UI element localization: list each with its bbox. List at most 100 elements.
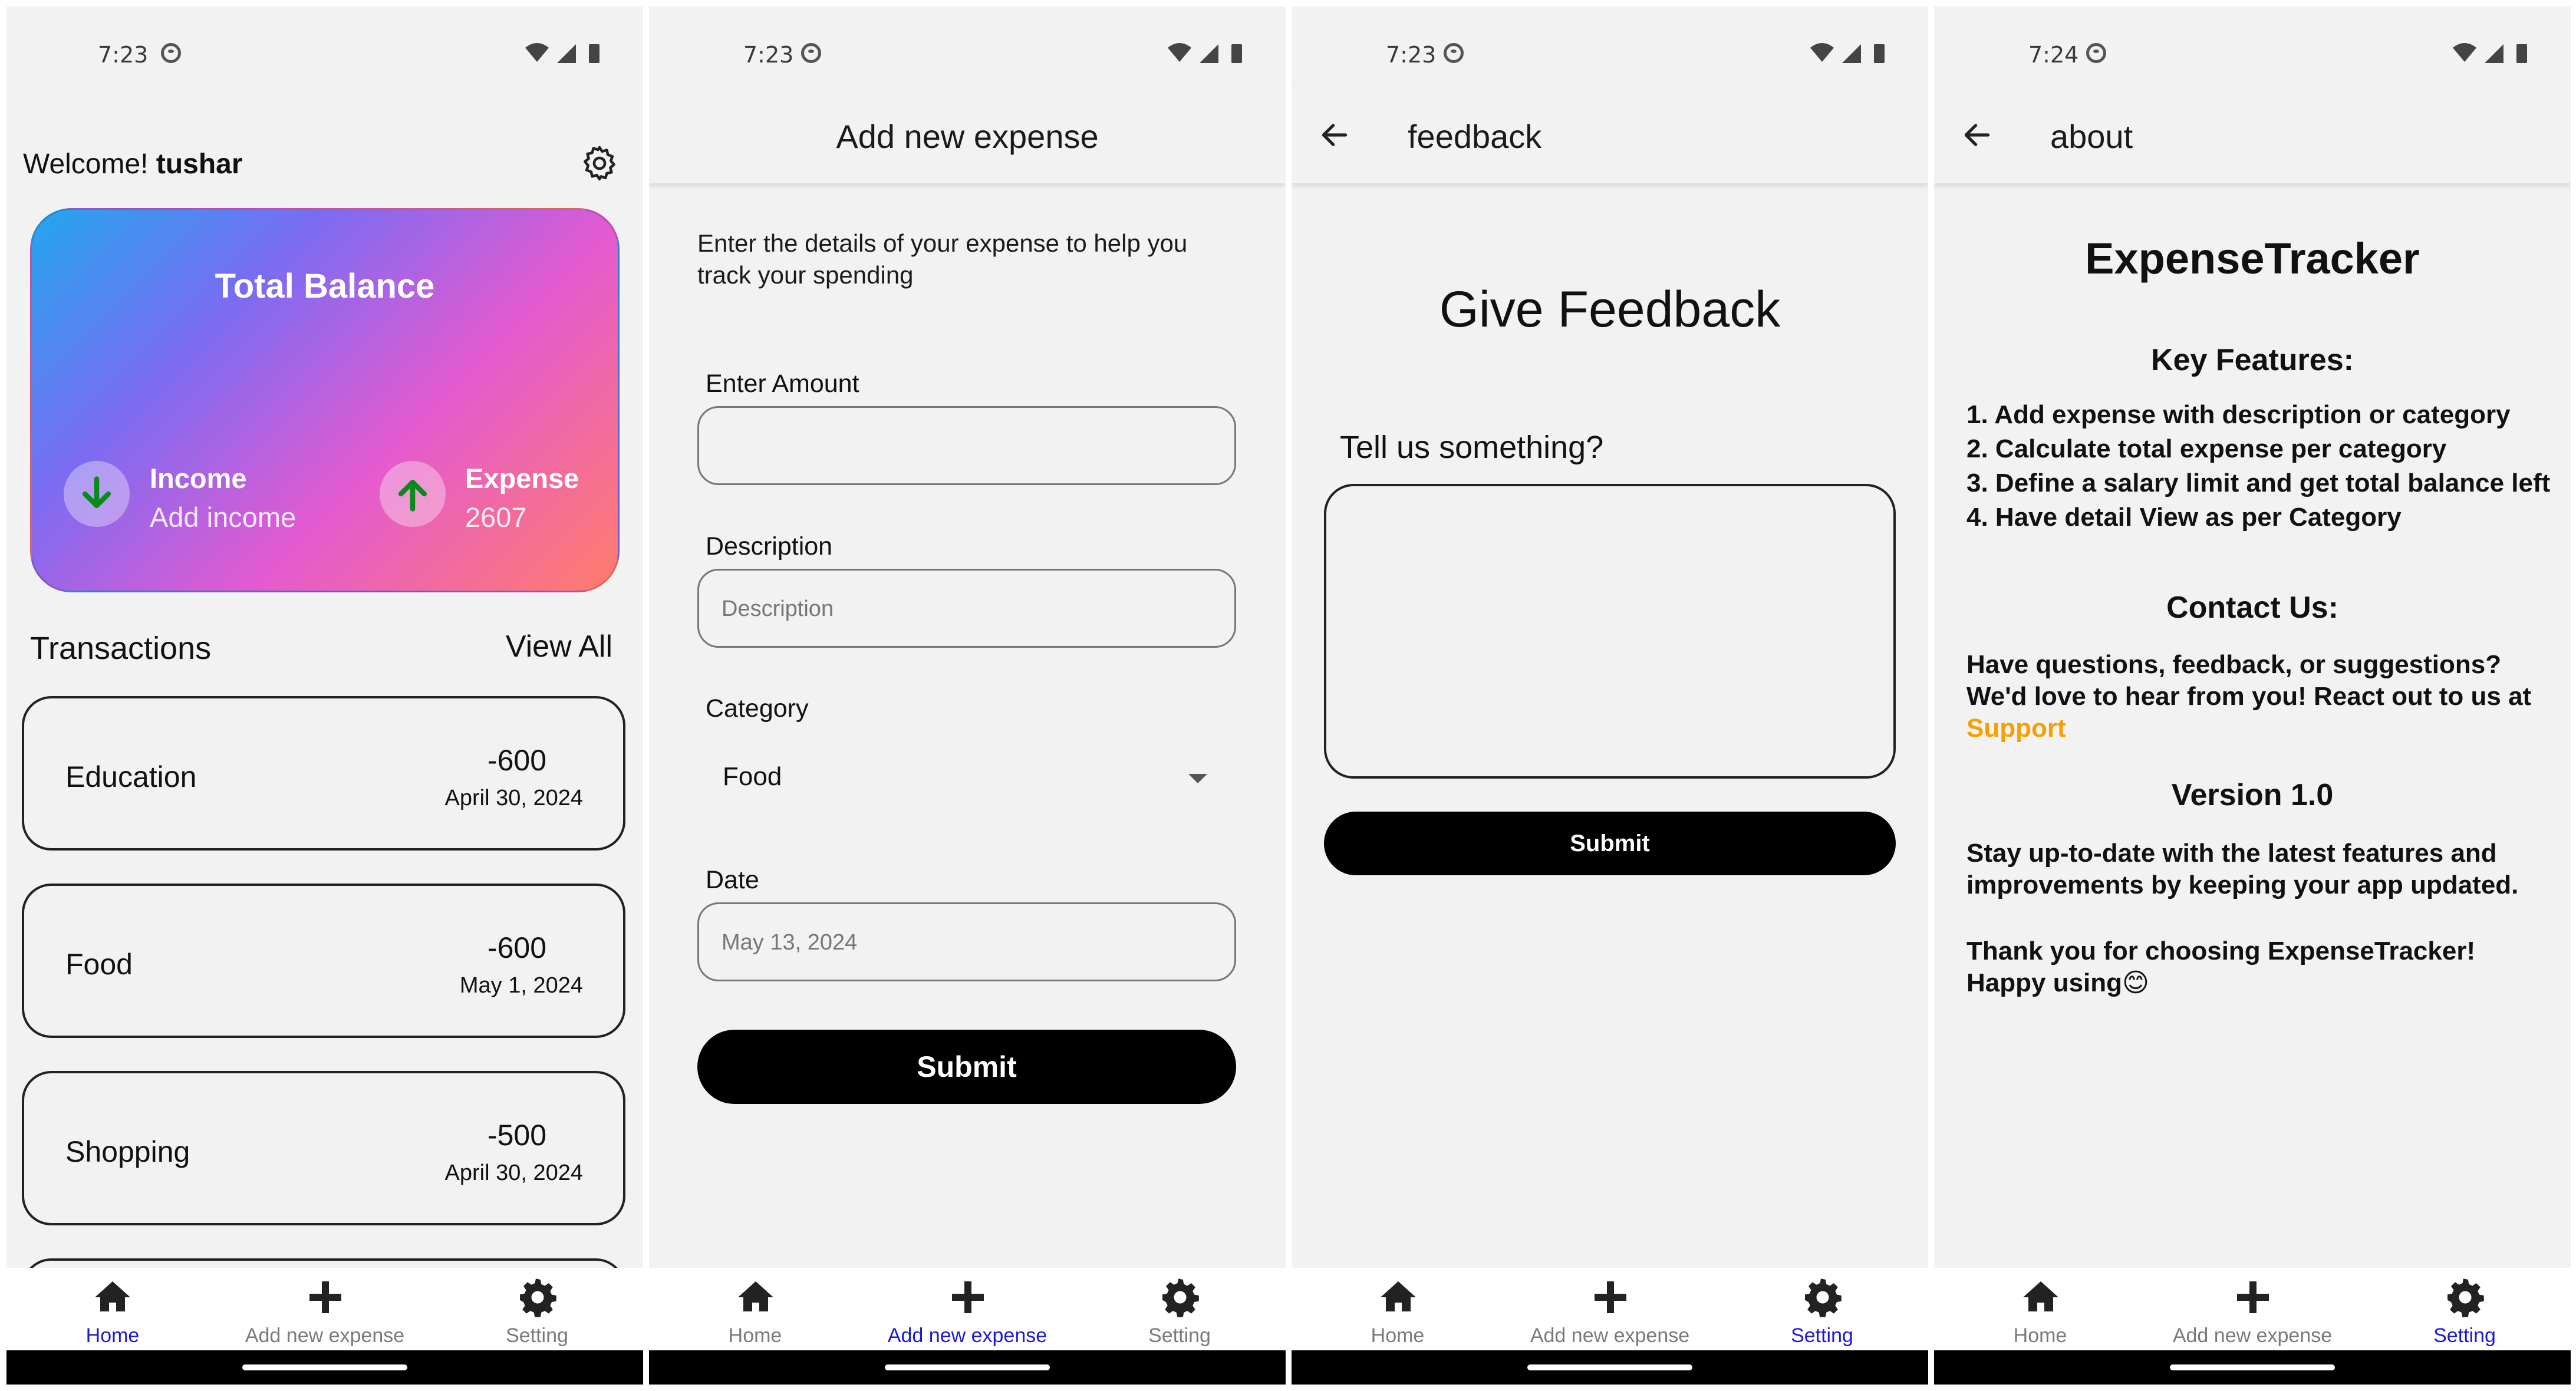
nav-home[interactable]: Home [649,1268,861,1350]
app-bar: Add new expense [649,83,1286,183]
feedback-screen: feedback 7:23 Give Feedback Tell us some… [1292,6,1928,1385]
submit-button[interactable]: Submit [1324,812,1896,875]
expense-circle[interactable] [380,461,446,527]
transaction-date: May 1, 2024 [459,973,583,998]
feature-item: 2. Calculate total expense per category [1966,434,2447,463]
gear-icon [1805,1278,1842,1317]
nav-setting[interactable]: Setting [2358,1268,2571,1350]
contact-text: Have questions, feedback, or suggestions… [1966,649,2556,744]
transaction-card[interactable]: Education -600 April 30, 2024 [22,696,625,851]
nav-setting[interactable]: Setting [1073,1268,1286,1350]
settings-gear-icon[interactable] [579,143,620,183]
signal-icon [557,44,576,63]
bottom-nav: Home Add new expense Setting [6,1268,643,1350]
plus-icon [2237,1281,2269,1313]
nav-add[interactable]: Add new expense [219,1268,431,1350]
intro-text: Enter the details of your expense to hel… [697,229,1188,289]
transaction-name: Shopping [65,1135,190,1168]
plus-icon [952,1281,984,1313]
nav-home-label: Home [1371,1324,1425,1347]
home-screen: 7:23 Welcome! tushar Total Balance Incom… [6,6,643,1385]
nav-add-label: Add new expense [245,1324,405,1347]
gesture-bar [649,1350,1286,1385]
nav-setting[interactable]: Setting [431,1268,643,1350]
transaction-amount: -600 [487,931,546,964]
nav-home[interactable]: Home [1292,1268,1504,1350]
nav-add-label: Add new expense [2172,1324,2333,1347]
income-circle[interactable] [64,461,130,527]
support-link[interactable]: Support [1966,714,2066,743]
feedback-heading: Give Feedback [1439,281,1781,338]
wifi-icon [1168,43,1191,62]
back-arrow-icon[interactable] [1961,118,1994,151]
arrow-up-icon [398,479,427,512]
nav-add[interactable]: Add new expense [861,1268,1073,1350]
app-bar: feedback [1292,83,1928,183]
nav-setting[interactable]: Setting [1716,1268,1928,1350]
gesture-bar [1292,1350,1928,1385]
notification-icon [1444,43,1464,63]
version-text: Stay up-to-date with the latest features… [1966,839,2519,899]
gear-icon [1162,1278,1199,1317]
date-label: Date [706,866,759,894]
app-name: ExpenseTracker [2085,234,2420,283]
battery-icon [1231,44,1242,63]
nav-add-label: Add new expense [887,1324,1047,1347]
battery-icon [589,44,599,63]
view-all-link[interactable]: View All [506,629,612,664]
transaction-date: April 30, 2024 [444,786,584,810]
income-value[interactable]: Add income [150,501,296,533]
thanks-text: Thank you for choosing ExpenseTracker! H… [1966,937,2476,997]
signal-icon [1842,44,1861,63]
page-title: about [2050,118,2133,155]
description-placeholder: Description [722,596,834,621]
plus-icon [309,1281,341,1313]
welcome-prefix: Welcome! [23,149,149,180]
dropdown-arrow-icon[interactable] [1188,774,1207,783]
features-title: Key Features: [2151,343,2354,377]
back-arrow-icon[interactable] [1318,118,1351,151]
nav-home-label: Home [2013,1324,2067,1347]
gesture-bar [6,1350,643,1385]
status-icons [1810,43,1885,63]
home-icon [738,1281,773,1311]
transaction-card[interactable]: Shopping -500 April 30, 2024 [22,1071,625,1225]
category-label: Category [706,694,809,723]
transaction-name: Education [65,760,197,793]
wifi-icon [1810,43,1834,62]
transaction-date: April 30, 2024 [444,1161,584,1185]
status-time: 7:24 [2028,42,2079,68]
page-title: Add new expense [836,118,1099,155]
nav-add[interactable]: Add new expense [2146,1268,2358,1350]
expense-value: 2607 [465,502,527,533]
signal-icon [2485,44,2503,63]
date-input[interactable]: May 13, 2024 [697,902,1236,981]
description-input[interactable]: Description [697,569,1236,648]
status-time: 7:23 [743,42,794,68]
transaction-card[interactable]: Food -600 May 1, 2024 [22,884,625,1038]
nav-add[interactable]: Add new expense [1504,1268,1716,1350]
status-time: 7:23 [98,42,149,68]
transaction-amount: -600 [487,744,546,777]
expense-label: Expense [465,463,579,494]
submit-button[interactable]: Submit [697,1030,1236,1104]
amount-input[interactable] [697,406,1236,485]
welcome-text: Welcome! tushar [23,148,243,180]
plus-icon [1595,1281,1626,1313]
feature-item: 3. Define a salary limit and get total b… [1966,469,2551,497]
contact-title: Contact Us: [2166,591,2338,625]
nav-setting-label: Setting [1148,1324,1211,1347]
arrow-down-icon [82,476,111,509]
nav-home[interactable]: Home [6,1268,219,1350]
home-icon [1381,1281,1416,1311]
status-icons [525,43,599,63]
nav-home-label: Home [85,1324,140,1347]
gear-icon [520,1278,556,1317]
category-select[interactable]: Food [723,762,782,792]
feedback-textarea[interactable] [1324,484,1896,779]
about-screen: about 7:24 ExpenseTracker Key Features: … [1934,6,2571,1385]
home-icon [95,1281,130,1311]
bottom-nav: Home Add new expense Setting [1292,1268,1928,1350]
nav-home[interactable]: Home [1934,1268,2146,1350]
description-label: Description [706,532,833,561]
